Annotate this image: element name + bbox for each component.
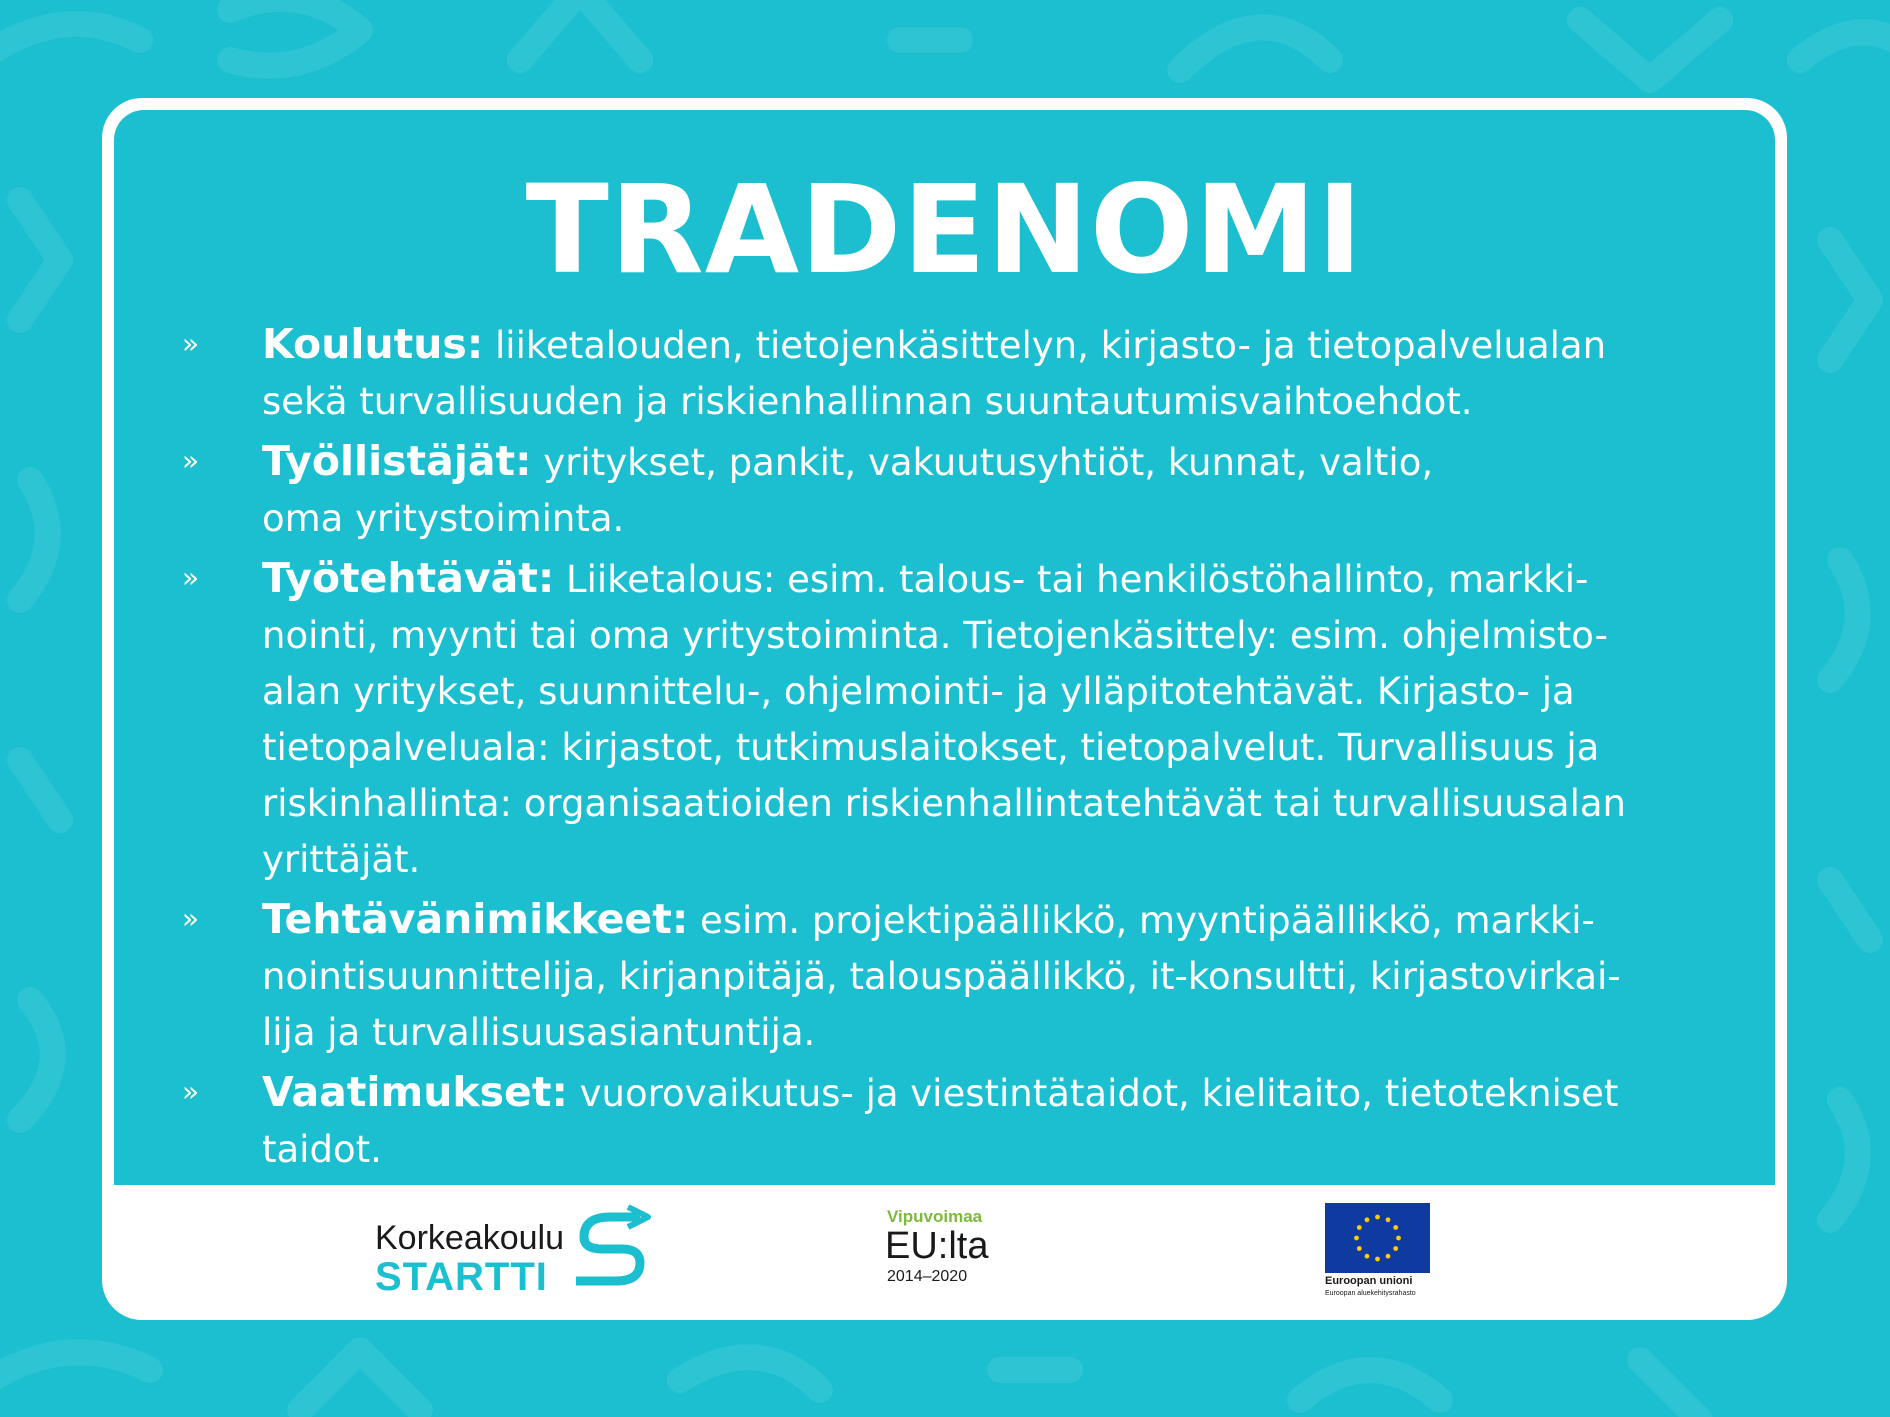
list-item-koulutus: » Koulutus: liiketalouden, tietojenkäsit… bbox=[152, 316, 1787, 430]
bullet-icon: » bbox=[182, 1075, 200, 1108]
logo-word-startti: STARTTI bbox=[375, 1255, 548, 1299]
list-item-body: Liiketalous: esim. talous- tai henkilöst… bbox=[262, 558, 1626, 881]
list-item-text: Koulutus: liiketalouden, tietojenkäsitte… bbox=[262, 316, 1787, 430]
eu-lta-text: EU:lta bbox=[885, 1225, 989, 1267]
list-item-text: Tehtävänimikkeet: esim. projektipäällikk… bbox=[262, 891, 1787, 1061]
list-item-label: Koulutus: bbox=[262, 320, 484, 368]
bullet-icon: » bbox=[182, 561, 200, 594]
list-item-label: Tehtävänimikkeet: bbox=[262, 895, 689, 943]
list-item-tyotehtavat: » Työtehtävät: Liiketalous: esim. talous… bbox=[152, 550, 1787, 888]
list-item-label: Työllistäjät: bbox=[262, 437, 532, 485]
list-item-text: Työllistäjät: yritykset, pankit, vakuutu… bbox=[262, 433, 1787, 547]
eu-name-text: Euroopan unioni bbox=[1325, 1275, 1413, 1287]
info-card: TRADENOMI » Koulutus: liiketalouden, tie… bbox=[102, 98, 1787, 1320]
bullet-icon: » bbox=[182, 327, 200, 360]
list-item-text: Työtehtävät: Liiketalous: esim. talous- … bbox=[262, 550, 1787, 888]
list-item-vaatimukset: » Vaatimukset: vuorovaikutus- ja viestin… bbox=[152, 1064, 1787, 1178]
bullet-icon: » bbox=[182, 902, 200, 935]
bullet-list: » Koulutus: liiketalouden, tietojenkäsit… bbox=[152, 316, 1787, 1181]
list-item-label: Vaatimukset: bbox=[262, 1068, 568, 1116]
years-text: 2014–2020 bbox=[887, 1268, 968, 1285]
list-item-label: Työtehtävät: bbox=[262, 554, 555, 602]
eu-flag-icon bbox=[1325, 1203, 1430, 1273]
korkeakoulu-startti-logo: Korkeakoulu STARTTI bbox=[375, 1203, 665, 1303]
eu-logo: Euroopan unioni Euroopan aluekehitysraha… bbox=[1325, 1203, 1435, 1303]
footer-logos: Korkeakoulu STARTTI Vipuvoimaa EU:lta 20… bbox=[102, 1185, 1787, 1320]
eu-fund-text: Euroopan aluekehitysrahasto bbox=[1325, 1290, 1416, 1297]
content-panel: TRADENOMI » Koulutus: liiketalouden, tie… bbox=[114, 110, 1775, 1185]
vipuvoimaa-eu-logo: Vipuvoimaa EU:lta 2014–2020 bbox=[885, 1207, 1015, 1297]
page-title: TRADENOMI bbox=[525, 159, 1364, 301]
list-item-tyollistajat: » Työllistäjät: yritykset, pankit, vakuu… bbox=[152, 433, 1787, 547]
startti-s-arrow-icon bbox=[576, 1204, 651, 1286]
logo-word-korkeakoulu: Korkeakoulu bbox=[375, 1219, 565, 1257]
list-item-text: Vaatimukset: vuorovaikutus- ja viestintä… bbox=[262, 1064, 1787, 1178]
bullet-icon: » bbox=[182, 444, 200, 477]
list-item-tehtavanimikkeet: » Tehtävänimikkeet: esim. projektipäälli… bbox=[152, 891, 1787, 1061]
